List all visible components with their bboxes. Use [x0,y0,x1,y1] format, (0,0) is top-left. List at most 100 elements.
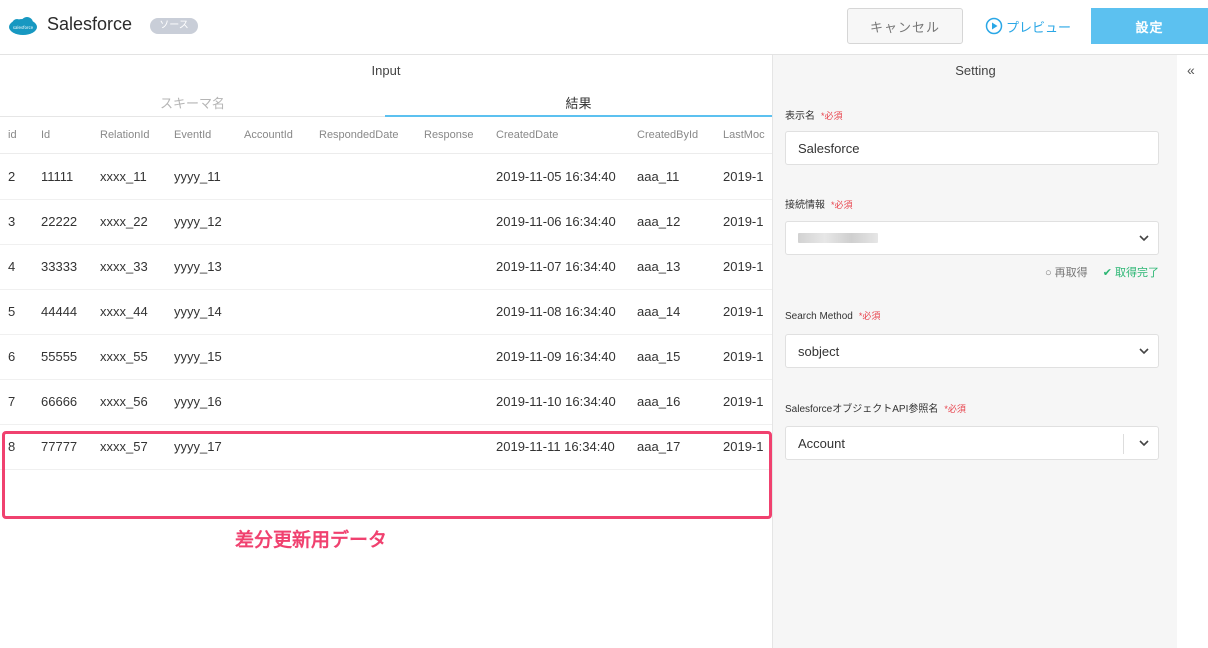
refresh-button[interactable]: ○ 再取得 [1045,267,1088,279]
table-cell [244,244,314,289]
table-row[interactable]: 5 44444 xxxx_44 yyyy_14 2019-11-08 16:34:40 a… [0,289,772,335]
check-circle-icon: ✔ [1102,267,1112,279]
source-tag: ソース [150,18,198,34]
cancel-button[interactable]: キャンセル [847,8,963,44]
table-cell: aaa_14 [637,304,681,319]
table-cell: xxxx_22 [100,214,148,229]
table-cell: 2019-1 [723,169,764,184]
svg-text:salesforce: salesforce [13,25,34,30]
table-cell: yyyy_12 [174,214,222,229]
tab-result[interactable]: 結果 [385,93,772,112]
table-cell [319,379,419,424]
table-cell: 2019-1 [723,259,764,274]
play-circle-icon [985,17,1003,35]
table-cell: xxxx_33 [100,259,148,274]
annotation-label: 差分更新用データ [235,530,388,551]
chevron-down-icon [1139,235,1149,242]
table-cell [319,244,419,289]
settings-save-button[interactable]: 設定 [1091,8,1208,44]
table-cell [244,199,314,244]
table-cell: aaa_15 [637,349,681,364]
display-name-label: 表示名 *必須 [785,107,843,122]
table-cell: 55555 [41,349,78,364]
required-mark: *必須 [831,200,853,210]
input-panel: Input スキーマ名 結果 id Id RelationId EventId … [0,55,772,648]
column-header[interactable]: Response [424,117,490,153]
table-cell: yyyy_15 [174,349,222,364]
required-mark: *必須 [858,311,881,321]
search-method-select[interactable]: sobject [785,334,1159,368]
column-header[interactable]: EventId [174,117,238,153]
table-cell: 2 [8,169,16,184]
fetch-status-label: 取得完了 [1115,267,1159,279]
object-select[interactable]: Account [785,426,1159,460]
column-header[interactable]: RelationId [100,117,170,153]
table-cell: aaa_12 [637,214,681,229]
input-title: Input [371,63,401,78]
table-row[interactable]: 3 22222 xxxx_22 yyyy_12 2019-11-06 16:34:40 a… [0,199,772,245]
chevron-down-icon [1139,348,1149,355]
preview-button[interactable]: プレビュー [985,8,1075,44]
connection-status-row: ○ 再取得 ✔ 取得完了 [785,264,1159,280]
chevron-down-icon [1139,440,1149,447]
table-cell: xxxx_44 [100,304,148,319]
table-row[interactable]: 6 55555 xxxx_55 yyyy_15 2019-11-09 16:34:40 a… [0,334,772,380]
preview-button-label: プレビュー [1006,19,1072,35]
top-bar: salesforce Salesforce ソース キャンセル プレビュー 設定 [0,0,1208,55]
table-cell: aaa_13 [637,259,681,274]
select-divider [1123,434,1124,454]
table-cell: 22222 [41,214,78,229]
setting-panel: Setting 表示名 *必須 Salesforce 接続情報 *必須 ○ 再取得 … [772,55,1177,648]
table-cell: xxxx_11 [100,169,147,184]
table-cell: aaa_11 [637,169,680,184]
object-label-text: SalesforceオブジェクトAPI参照名 [785,404,939,415]
table-cell: 2019-1 [723,304,764,319]
table-cell: 33333 [41,259,78,274]
search-method-value: sobject [798,343,840,359]
fetch-status: ✔ 取得完了 [1103,267,1159,279]
required-mark: *必須 [944,404,966,414]
table-cell: yyyy_16 [174,394,222,409]
table-cell: xxxx_56 [100,394,148,409]
salesforce-cloud-icon: salesforce [9,17,37,35]
tab-schema[interactable]: スキーマ名 [0,93,385,112]
table-row[interactable]: 4 33333 xxxx_33 yyyy_13 2019-11-07 16:34:40 a… [0,244,772,290]
connection-select[interactable] [785,221,1159,255]
table-cell [424,334,490,379]
table-cell: 3 [8,214,16,229]
display-name-input[interactable]: Salesforce [785,131,1159,165]
search-method-label-text: Search Method [785,311,853,322]
table-cell: 2019-11-06 16:34:40 [496,214,616,229]
table-cell [244,289,314,334]
table-cell: aaa_16 [637,394,681,409]
object-label: SalesforceオブジェクトAPI参照名 *必須 [785,400,966,415]
column-header[interactable]: CreatedDate [496,117,633,153]
table-cell: 11111 [41,169,74,184]
refresh-label: 再取得 [1054,267,1088,279]
table-cell [244,379,314,424]
column-header[interactable]: CreatedById [637,117,713,153]
table-cell: 44444 [41,304,78,319]
column-header[interactable]: RespondedDate [319,117,419,153]
column-header[interactable]: Id [41,117,96,153]
collapse-strip [1178,55,1208,648]
table-cell: 2019-1 [723,214,764,229]
table-cell: 2019-11-08 16:34:40 [496,304,616,319]
required-mark: *必須 [821,111,843,121]
column-header[interactable]: AccountId [244,117,314,153]
table-cell: 2019-1 [723,349,764,364]
column-header[interactable]: LastMoc [723,117,767,153]
table-cell [319,154,419,199]
table-cell [424,289,490,334]
settings-save-button-label: 設定 [1135,19,1164,35]
app-title: Salesforce [47,14,133,34]
table-cell [319,334,419,379]
setting-title: Setting [955,63,996,78]
collapse-double-chevron-icon[interactable]: « [1187,62,1195,78]
display-name-value: Salesforce [798,140,860,156]
table-row[interactable]: 2 11111 xxxx_11 yyyy_11 2019-11-05 16:34:40 a… [0,154,772,200]
table-cell [244,334,314,379]
table-cell [424,244,490,289]
column-header[interactable]: id [8,117,38,153]
table-row[interactable]: 7 66666 xxxx_56 yyyy_16 2019-11-10 16:34:40 a… [0,379,772,425]
